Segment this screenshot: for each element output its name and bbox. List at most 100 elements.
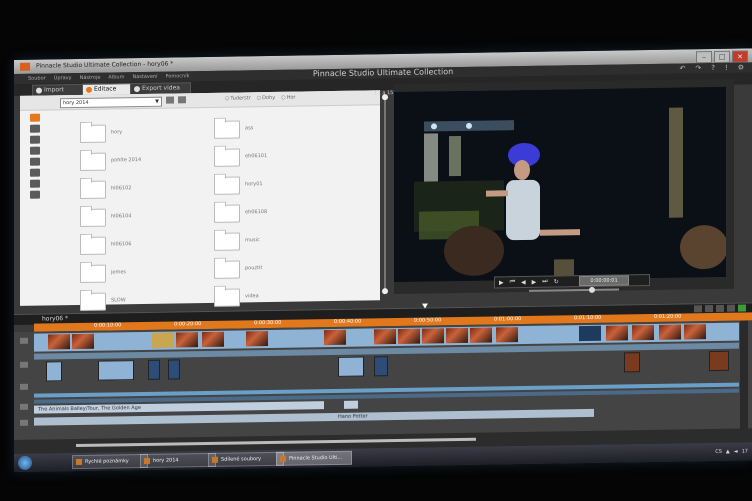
minimize-button[interactable]: –	[696, 51, 712, 64]
rewind-icon[interactable]: ◀	[521, 278, 526, 285]
tab-edit-label: Editace	[94, 85, 117, 93]
title-track-icon[interactable]	[20, 403, 28, 410]
color-tool-icon[interactable]	[30, 168, 40, 177]
edit-tool-icon[interactable]	[30, 124, 40, 133]
tool-icon[interactable]	[705, 305, 713, 313]
new-folder-icon[interactable]	[166, 96, 174, 104]
folder-item[interactable]: hory	[80, 124, 122, 143]
folder-select[interactable]: hory 2014 ▼	[60, 96, 162, 109]
video-clip[interactable]	[324, 329, 346, 346]
video-clip[interactable]	[202, 331, 224, 348]
redo-icon[interactable]: ↷	[695, 63, 701, 73]
audio-clip[interactable]: Hano Potter	[334, 408, 594, 421]
overlay-clip[interactable]	[98, 360, 134, 381]
skip-back-icon[interactable]: ⏮	[510, 278, 515, 286]
video-clip[interactable]	[48, 334, 70, 350]
title-clip-2[interactable]	[344, 400, 358, 409]
volume-icon[interactable]: ◄	[734, 449, 738, 455]
text-tool-icon[interactable]	[30, 157, 40, 166]
video-clip[interactable]	[246, 331, 268, 347]
timeline-scrollbar[interactable]	[76, 437, 476, 448]
track-scrollbar[interactable]	[740, 320, 748, 429]
folder-item[interactable]: hory01	[214, 176, 263, 195]
video-clip[interactable]	[632, 324, 654, 341]
view-option-2[interactable]: Dohy	[257, 95, 275, 101]
video-clip[interactable]	[176, 332, 198, 348]
folder-item[interactable]: hl06106	[80, 236, 131, 255]
help-icon[interactable]: ?	[711, 63, 715, 73]
language-indicator[interactable]: CS	[715, 449, 722, 455]
network-icon[interactable]: ▲	[726, 449, 730, 455]
overlay-clip[interactable]	[624, 352, 640, 373]
film-tool-icon[interactable]	[30, 146, 40, 155]
overlay-clip[interactable]	[148, 359, 160, 380]
library-scrollbar[interactable]	[382, 94, 388, 295]
taskbar-item[interactable]: Rychlé poznámky	[72, 453, 148, 470]
loop-icon[interactable]: ↻	[554, 278, 559, 285]
video-clip[interactable]	[374, 328, 396, 345]
video-clip[interactable]	[496, 327, 518, 343]
settings-icon[interactable]: ⚙	[738, 63, 744, 73]
overlay-clip[interactable]	[168, 359, 180, 380]
video-clip[interactable]	[446, 327, 468, 344]
tool-icon[interactable]	[716, 304, 724, 312]
folder-item[interactable]: jemes	[80, 264, 126, 283]
folder-item[interactable]: hl06102	[80, 180, 131, 199]
tool-icon[interactable]	[694, 305, 702, 313]
video-clip[interactable]	[579, 325, 601, 342]
skip-forward-icon[interactable]: ⏭	[542, 278, 547, 286]
video-clip[interactable]	[72, 333, 94, 350]
info-icon[interactable]: !	[725, 63, 728, 73]
timecode-field[interactable]: 0:00:00:01	[579, 275, 629, 287]
playhead-marker[interactable]	[422, 303, 428, 309]
taskbar-item-active[interactable]: Pinnacle Studio Ulti...	[276, 450, 352, 466]
video-clip[interactable]	[152, 332, 174, 348]
audio-track-icon[interactable]	[20, 419, 28, 426]
title-tool-icon[interactable]	[30, 135, 40, 144]
volume-knob[interactable]	[589, 286, 595, 293]
tool-icon[interactable]	[727, 304, 735, 312]
effect-track-icon[interactable]	[20, 383, 28, 390]
video-clip[interactable]	[659, 324, 681, 340]
start-button[interactable]	[18, 455, 32, 470]
folder-item[interactable]: pouztit	[214, 260, 262, 279]
clock[interactable]: 17	[742, 448, 748, 454]
video-clip[interactable]	[422, 328, 444, 344]
view-option-3[interactable]: Hor	[281, 95, 296, 101]
forward-icon[interactable]: ▶	[532, 278, 537, 285]
video-clip[interactable]	[398, 328, 420, 344]
folder-item[interactable]: music	[214, 232, 260, 251]
scroll-knob-bottom[interactable]	[382, 288, 388, 295]
video-clip[interactable]	[470, 327, 492, 343]
overlay-clip[interactable]	[374, 356, 388, 377]
video-track-icon[interactable]	[20, 337, 28, 344]
video-clip[interactable]	[684, 324, 706, 340]
folder-item[interactable]: eh06101	[214, 148, 267, 167]
folder-item[interactable]: SLOW	[80, 292, 126, 311]
overlay-clip[interactable]	[709, 350, 729, 372]
volume-slider[interactable]	[529, 286, 619, 293]
audio-tool-icon[interactable]	[30, 179, 40, 188]
overlay-clip[interactable]	[46, 361, 62, 382]
close-button[interactable]: ×	[732, 50, 748, 63]
video-clip[interactable]	[606, 325, 628, 341]
taskbar-item[interactable]: Sdílené soubory	[208, 451, 284, 467]
video-preview[interactable]	[394, 86, 726, 283]
play-icon[interactable]: ▶	[499, 279, 504, 286]
scroll-knob-top[interactable]	[382, 94, 388, 101]
overlay-track-icon[interactable]	[20, 361, 28, 368]
folder-tool-icon[interactable]	[30, 113, 40, 122]
music-tool-icon[interactable]	[30, 190, 40, 199]
folder-item[interactable]: pohlte 2014	[80, 152, 141, 171]
undo-icon[interactable]: ↶	[679, 63, 685, 73]
view-option-1[interactable]: Tuderstr	[225, 95, 250, 101]
taskbar-item[interactable]: hory 2014	[140, 452, 216, 469]
overlay-clip[interactable]	[338, 356, 364, 377]
maximize-button[interactable]: □	[714, 50, 730, 64]
folder-item[interactable]: eh06108	[214, 204, 267, 223]
music-track[interactable]	[34, 412, 334, 426]
folder-item[interactable]: hl06104	[80, 208, 131, 227]
folder-item[interactable]: videa	[214, 288, 259, 307]
folder-icon[interactable]	[178, 96, 186, 104]
folder-item[interactable]: ass	[214, 120, 253, 139]
